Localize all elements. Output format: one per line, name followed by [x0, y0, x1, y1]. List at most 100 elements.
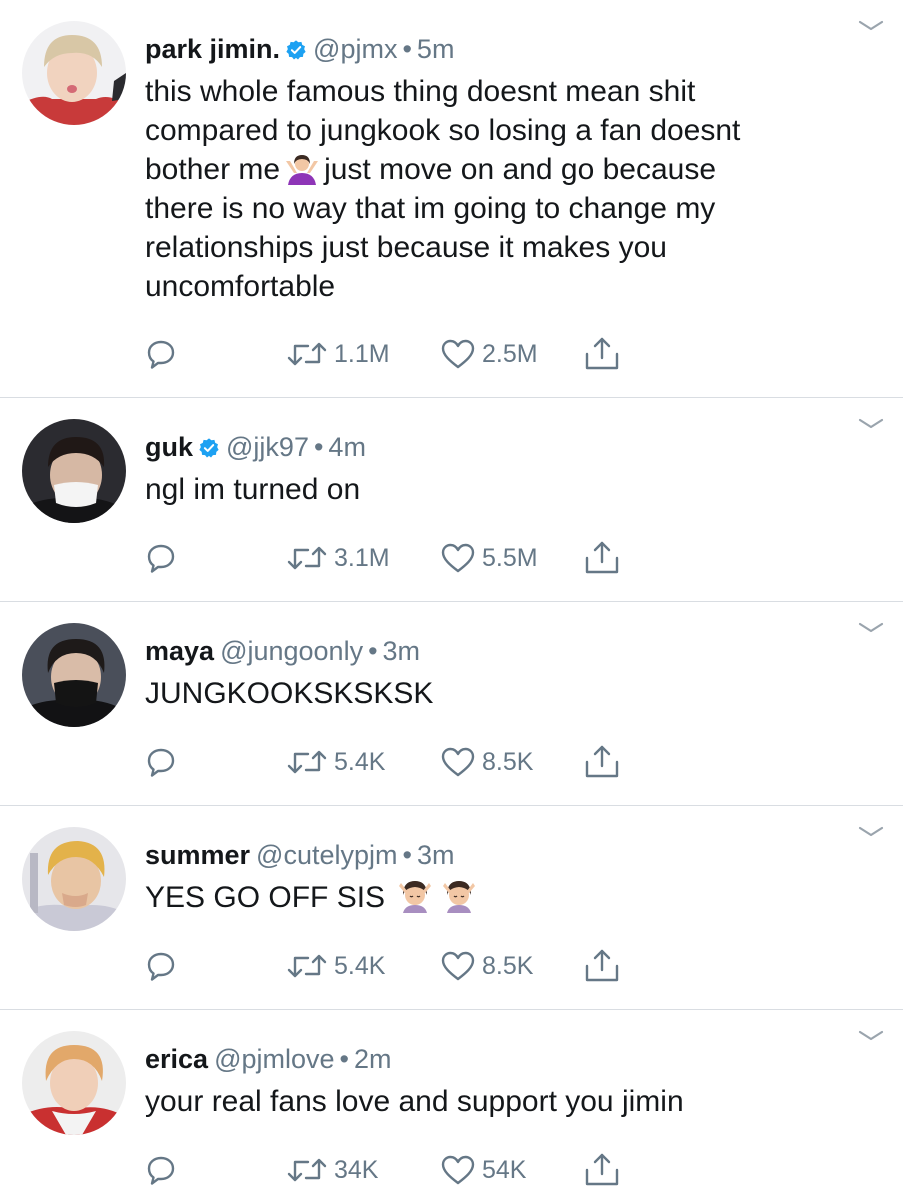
- reply-icon: [147, 544, 175, 573]
- person-shrugging-emoji: [286, 155, 319, 185]
- retweet-button[interactable]: 34K: [286, 1150, 378, 1190]
- retweet-count: 3.1M: [334, 543, 390, 572]
- tweet-text: YES GO OFF SIS: [145, 878, 845, 917]
- chevron-down-icon[interactable]: [857, 18, 885, 34]
- tweet-actions: 3.1M 5.5M: [0, 538, 903, 578]
- timestamp[interactable]: 3m: [383, 636, 421, 666]
- retweet-button[interactable]: 5.4K: [286, 946, 385, 986]
- tweet-text-segment: YES GO OFF SIS: [145, 881, 386, 914]
- heart-icon: [441, 543, 475, 573]
- display-name[interactable]: park jimin.: [145, 34, 280, 64]
- separator-dot: •: [402, 840, 412, 870]
- separator-dot: •: [368, 636, 378, 666]
- share-icon: [585, 541, 619, 574]
- tweet-header: erica @pjmlove • 2m: [145, 1043, 391, 1075]
- retweet-button[interactable]: 3.1M: [286, 538, 390, 578]
- like-count: 54K: [482, 1155, 527, 1184]
- share-button[interactable]: [583, 946, 621, 986]
- user-handle[interactable]: @jungoonly: [220, 636, 363, 666]
- heart-icon: [441, 747, 475, 777]
- like-button[interactable]: 2.5M: [440, 334, 538, 374]
- heart-icon: [441, 339, 475, 369]
- retweet-icon: [287, 1158, 327, 1182]
- avatar[interactable]: [22, 419, 126, 523]
- person-getting-massage-emoji: [399, 881, 432, 913]
- reply-button[interactable]: [145, 742, 177, 782]
- user-handle[interactable]: @pjmlove: [214, 1044, 334, 1074]
- chevron-down-icon[interactable]: [857, 416, 885, 432]
- reply-button[interactable]: [145, 334, 177, 374]
- separator-dot: •: [402, 34, 412, 64]
- tweet[interactable]: summer @cutelypjm • 3m YES GO OFF SIS 5.4K …: [0, 806, 903, 1010]
- tweet-text-line: relationships just because it makes you: [145, 231, 667, 264]
- user-handle[interactable]: @pjmx: [313, 34, 397, 64]
- retweet-icon: [287, 954, 327, 978]
- timestamp[interactable]: 3m: [417, 840, 455, 870]
- reply-icon: [147, 1156, 175, 1185]
- tweet-actions: 1.1M 2.5M: [0, 334, 903, 374]
- heart-icon: [441, 951, 475, 981]
- person-getting-massage-emoji: [443, 881, 476, 913]
- tweet[interactable]: park jimin. @pjmx • 5m this whole famous th…: [0, 0, 903, 398]
- chevron-down-icon[interactable]: [857, 824, 885, 840]
- retweet-count: 1.1M: [334, 339, 390, 368]
- user-handle[interactable]: @cutelypjm: [256, 840, 397, 870]
- tweet-feed: park jimin. @pjmx • 5m this whole famous th…: [0, 0, 903, 1200]
- tweet[interactable]: erica @pjmlove • 2m your real fans love and…: [0, 1010, 903, 1200]
- display-name[interactable]: erica: [145, 1044, 208, 1074]
- tweet-header: maya @jungoonly • 3m: [145, 635, 420, 667]
- like-button[interactable]: 5.5M: [440, 538, 538, 578]
- share-button[interactable]: [583, 334, 621, 374]
- avatar[interactable]: [22, 1031, 126, 1135]
- share-icon: [585, 337, 619, 370]
- avatar[interactable]: [22, 21, 126, 125]
- separator-dot: •: [339, 1044, 349, 1074]
- avatar[interactable]: [22, 827, 126, 931]
- avatar[interactable]: [22, 623, 126, 727]
- display-name[interactable]: maya: [145, 636, 214, 666]
- tweet-text-line: compared to jungkook so losing a fan doe…: [145, 114, 741, 147]
- reply-icon: [147, 340, 175, 369]
- verified-badge-icon: [199, 438, 219, 458]
- timestamp[interactable]: 4m: [328, 432, 366, 462]
- user-handle[interactable]: @jjk97: [226, 432, 309, 462]
- tweet-text-line: bother me just move on and go because: [145, 150, 845, 189]
- display-name[interactable]: guk: [145, 432, 193, 462]
- retweet-button[interactable]: 1.1M: [286, 334, 390, 374]
- tweet-text: ngl im turned on: [145, 473, 361, 506]
- tweet-text-segment: just move on and go because: [324, 153, 717, 186]
- retweet-count: 34K: [334, 1155, 379, 1184]
- tweet-text: JUNGKOOKSKSKSK: [145, 677, 434, 710]
- share-button[interactable]: [583, 538, 621, 578]
- display-name[interactable]: summer: [145, 840, 250, 870]
- tweet-header: guk @jjk97 • 4m: [145, 431, 366, 463]
- tweet[interactable]: maya @jungoonly • 3m JUNGKOOKSKSKSK 5.4K 8.…: [0, 602, 903, 806]
- share-button[interactable]: [583, 1150, 621, 1190]
- share-button[interactable]: [583, 742, 621, 782]
- chevron-down-icon[interactable]: [857, 1028, 885, 1044]
- like-button[interactable]: 54K: [440, 1150, 526, 1190]
- tweet-text: your real fans love and support you jimi…: [145, 1085, 684, 1118]
- like-count: 5.5M: [482, 543, 538, 572]
- share-icon: [585, 1153, 619, 1186]
- retweet-button[interactable]: 5.4K: [286, 742, 385, 782]
- tweet-actions: 34K 54K: [0, 1150, 903, 1190]
- reply-button[interactable]: [145, 538, 177, 578]
- separator-dot: •: [313, 432, 324, 462]
- reply-button[interactable]: [145, 946, 177, 986]
- timestamp[interactable]: 5m: [417, 34, 455, 64]
- tweet-text-segment: bother me: [145, 153, 281, 186]
- timestamp[interactable]: 2m: [354, 1044, 392, 1074]
- like-button[interactable]: 8.5K: [440, 946, 533, 986]
- like-button[interactable]: 8.5K: [440, 742, 533, 782]
- tweet-text: this whole famous thing doesnt mean shit…: [145, 72, 845, 306]
- reply-button[interactable]: [145, 1150, 177, 1190]
- retweet-icon: [287, 342, 327, 366]
- retweet-icon: [287, 546, 327, 570]
- tweet[interactable]: guk @jjk97 • 4m ngl im turned on 3.1M 5.5M: [0, 398, 903, 602]
- reply-icon: [147, 952, 175, 981]
- tweet-header: park jimin. @pjmx • 5m: [145, 33, 454, 65]
- reply-icon: [147, 748, 175, 777]
- chevron-down-icon[interactable]: [857, 620, 885, 636]
- retweet-count: 5.4K: [334, 747, 386, 776]
